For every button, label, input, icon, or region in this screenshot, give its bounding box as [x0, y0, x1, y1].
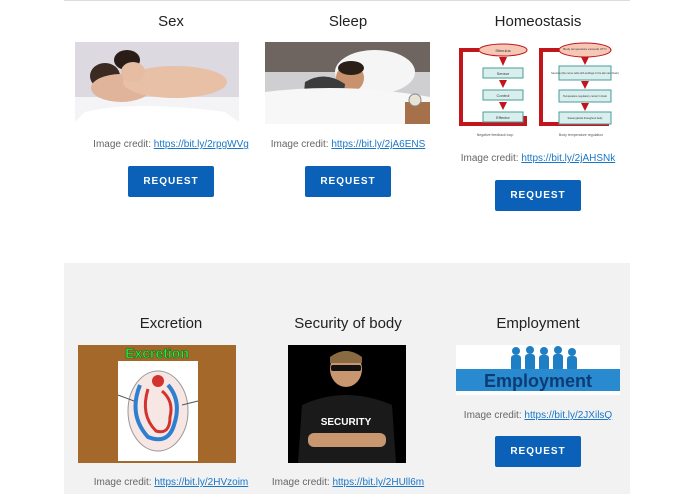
credit-label: Image credit: — [271, 477, 330, 488]
excretion-image-title: Excretion — [125, 345, 189, 361]
diagram-right-box: Temperature regulatory center in brain — [563, 94, 608, 98]
diagram-right-top: Body temperature exceeds 37°C — [563, 47, 607, 51]
image-credit: Image credit: https://bit.ly/2HUll6m — [238, 477, 458, 488]
security-shirt-text: SECURITY — [321, 417, 372, 428]
image-credit: Image credit: https://bit.ly/2jAHSNk — [428, 153, 648, 164]
request-button[interactable]: REQUEST — [305, 166, 391, 197]
image-credit: Image credit: https://bit.ly/2JXilsQ — [428, 410, 648, 421]
diagram-left-box: Control — [497, 93, 510, 98]
credit-link[interactable]: https://bit.ly/2HVzoim — [154, 477, 248, 488]
credit-link[interactable]: https://bit.ly/2jA6ENS — [331, 139, 425, 150]
credit-label: Image credit: — [460, 153, 519, 164]
card-sex: Sex Image credit: https://bit.ly/2rpgWVg… — [75, 13, 261, 197]
credit-label: Image credit: — [463, 410, 522, 421]
request-button[interactable]: REQUEST — [128, 166, 214, 197]
topics-row-2: Excretion Excretion Image credit: https:… — [64, 263, 630, 494]
topics-row-1: Sex Image credit: https://bit.ly/2rpgWVg… — [64, 0, 630, 264]
credit-link[interactable]: https://bit.ly/2HUll6m — [332, 477, 424, 488]
card-employment: Employment Employment Image credit: http… — [448, 315, 628, 467]
employment-image: Employment — [456, 345, 620, 395]
request-button[interactable]: REQUEST — [495, 180, 581, 211]
card-title: Sleep — [328, 13, 368, 30]
diagram-right-box: Sweat glands throughout body — [567, 116, 603, 120]
card-excretion: Excretion Excretion Image credit: https:… — [78, 315, 261, 488]
security-image: SECURITY — [288, 345, 406, 463]
image-credit: Image credit: https://bit.ly/2jA6ENS — [238, 139, 458, 150]
diagram-left-box: Effector — [496, 115, 510, 120]
diagram-right-caption: Body temperature regulation — [559, 133, 603, 137]
credit-label: Image credit: — [270, 139, 329, 150]
diagram-left-box: Sensor — [497, 71, 510, 76]
excretion-image: Excretion — [78, 345, 236, 463]
request-button[interactable]: REQUEST — [495, 436, 581, 467]
card-title: Homeostasis — [494, 13, 582, 30]
employment-image-text: Employment — [484, 371, 592, 391]
credit-label: Image credit: — [93, 477, 152, 488]
card-homeostasis: Homeostasis Stimulus Sensor Control Effe… — [448, 13, 628, 211]
card-title: Sex — [158, 13, 184, 30]
diagram-left-caption: Negative feedback loop — [477, 133, 514, 137]
card-security-of-body: Security of body SECURITY Image credit: … — [258, 315, 438, 488]
card-sleep: Sleep Image credit: https://bit.ly/2jA6E… — [258, 13, 438, 197]
sleep-image — [265, 42, 430, 124]
credit-link[interactable]: https://bit.ly/2rpgWVg — [154, 139, 249, 150]
diagram-right-box: Sensors (the nerve cells with endings in… — [551, 71, 619, 75]
card-title: Security of body — [294, 315, 402, 332]
credit-link[interactable]: https://bit.ly/2JXilsQ — [524, 410, 612, 421]
credit-label: Image credit: — [93, 139, 151, 150]
sex-image — [75, 42, 239, 122]
card-title: Excretion — [139, 315, 203, 332]
card-title: Employment — [496, 315, 580, 332]
diagram-left-top: Stimulus — [495, 48, 510, 53]
credit-link[interactable]: https://bit.ly/2jAHSNk — [521, 153, 615, 164]
homeostasis-diagram: Stimulus Sensor Control Effector Negativ… — [455, 42, 621, 140]
